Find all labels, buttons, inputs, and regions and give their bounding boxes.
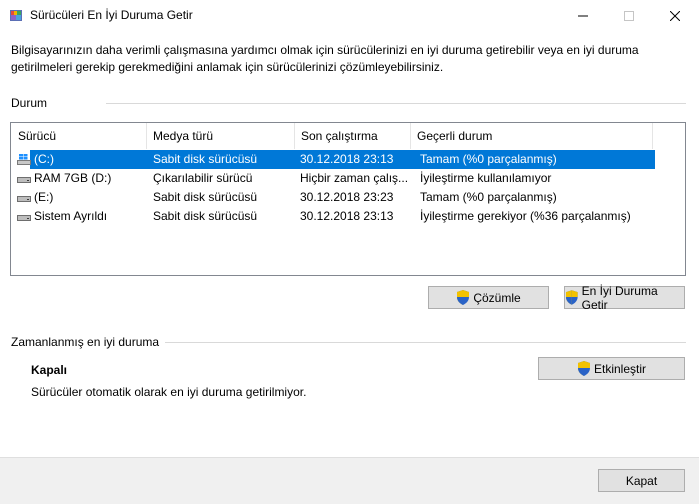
column-header-last-run[interactable]: Son çalıştırma [295,123,411,149]
uac-shield-icon [577,361,590,376]
drive-name: RAM 7GB (D:) [34,171,112,185]
last-run: 30.12.2018 23:13 [300,209,394,223]
enable-button-label: Etkinleştir [593,361,646,376]
drive-name: Sistem Ayrıldı [34,209,108,223]
drive-name: (E:) [34,190,54,204]
last-run: 30.12.2018 23:13 [300,152,394,166]
defrag-app-icon [10,10,22,21]
column-header-media-type[interactable]: Medya türü [147,123,295,149]
window-title: Sürücüleri En İyi Duruma Getir [30,8,193,22]
maximize-button [606,0,652,31]
drive-icon [17,196,31,202]
enable-schedule-button[interactable]: Etkinleştir [538,357,685,380]
drive-row-d[interactable]: RAM 7GB (D:) Çıkarılabilir sürücü Hiçbir… [15,169,655,188]
analyze-button-label: Çözümle [473,290,521,305]
dialog-footer: Kapat [0,457,699,504]
media-type: Sabit disk sürücüsü [153,190,258,204]
close-icon [670,10,680,21]
media-type: Sabit disk sürücüsü [153,152,258,166]
drive-list[interactable]: Sürücü Medya türü Son çalıştırma Geçerli… [10,122,686,276]
drive-list-header: Sürücü Medya türü Son çalıştırma Geçerli… [11,123,685,149]
drive-row-system-reserved[interactable]: Sistem Ayrıldı Sabit disk sürücüsü 30.12… [15,207,655,226]
last-run: 30.12.2018 23:23 [300,190,394,204]
drive-icon [17,177,31,183]
schedule-state: Kapalı [31,363,68,377]
drive-row-e[interactable]: (E:) Sabit disk sürücüsü 30.12.2018 23:2… [15,188,655,207]
schedule-description: Sürücüler otomatik olarak en iyi duruma … [31,385,307,399]
column-header-current-status[interactable]: Geçerli durum [411,123,653,149]
status-section-label: Durum [11,96,48,110]
schedule-divider [165,342,686,343]
column-header-drive[interactable]: Sürücü [12,123,147,149]
close-button-label: Kapat [625,473,658,488]
uac-shield-icon [565,290,578,305]
analyze-button[interactable]: Çözümle [428,286,549,309]
minimize-icon [578,15,588,16]
optimize-button-label: En İyi Duruma Getir [581,283,658,312]
media-type: Sabit disk sürücüsü [153,209,258,223]
title-bar: Sürücüleri En İyi Duruma Getir [0,0,699,31]
close-window-button[interactable] [652,0,698,31]
minimize-button[interactable] [560,0,606,31]
current-status: İyileştirme kullanılamıyor [420,171,552,185]
intro-text: Bilgisayarınızın daha verimli çalışmasın… [11,43,639,74]
last-run: Hiçbir zaman çalış... [300,171,409,185]
maximize-icon [624,10,634,21]
uac-shield-icon [457,290,470,305]
status-divider [106,103,686,104]
optimize-button[interactable]: En İyi Duruma Getir [564,283,685,312]
media-type: Çıkarılabilir sürücü [153,171,253,185]
drive-row-c[interactable]: (C:) Sabit disk sürücüsü 30.12.2018 23:1… [15,150,655,169]
current-status: Tamam (%0 parçalanmış) [420,152,557,166]
close-button[interactable]: Kapat [598,469,685,492]
current-status: İyileştirme gerekiyor (%36 parçalanmış) [420,209,631,223]
drive-icon [17,215,31,221]
drive-name: (C:) [34,152,54,166]
schedule-section-label: Zamanlanmış en iyi duruma [11,335,160,349]
windows-drive-icon [17,154,31,165]
current-status: Tamam (%0 parçalanmış) [420,190,557,204]
